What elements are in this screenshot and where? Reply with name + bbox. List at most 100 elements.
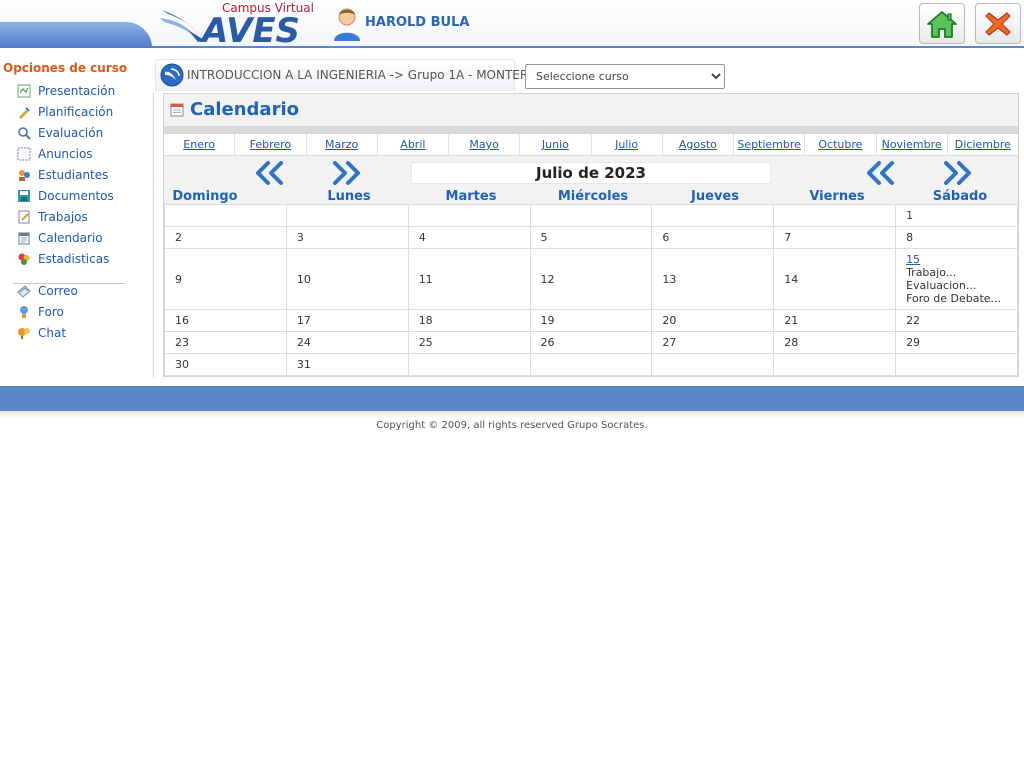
documents-icon (18, 190, 30, 202)
calendar-day-cell[interactable]: 5 (529, 226, 653, 249)
students-icon (19, 170, 30, 181)
month-link-abril[interactable]: Abril (378, 134, 449, 155)
calendar-day-cell[interactable]: 28 (773, 331, 897, 354)
calendar-day-number: 22 (906, 314, 921, 327)
calendar-day-cell[interactable]: 7 (773, 226, 897, 249)
calendar-day-cell[interactable]: 13 (651, 248, 775, 310)
month-link-agosto[interactable]: Agosto (663, 134, 734, 155)
calendar-day-cell[interactable]: 18 (407, 309, 531, 332)
next-month-arrow-icon[interactable] (330, 160, 362, 186)
close-button[interactable] (975, 3, 1021, 44)
calendar-day-number: 16 (175, 314, 189, 327)
top-header: AVES Campus Virtual HAROLD BULA (0, 0, 1024, 48)
month-link-mayo[interactable]: Mayo (449, 134, 521, 155)
header-tab (0, 22, 152, 48)
home-button[interactable] (919, 3, 965, 44)
sidebar-item-trabajos[interactable]: Trabajos (17, 208, 88, 226)
calendar-day-cell[interactable]: 21 (773, 309, 897, 332)
footer-shade (0, 411, 1024, 419)
month-link-marzo[interactable]: Marzo (307, 134, 378, 155)
weekday-header: Jueves (691, 189, 739, 204)
calendar-day-cell[interactable]: 10 (285, 248, 409, 310)
prev-month-arrow-icon[interactable] (254, 160, 286, 186)
month-link-septiembre[interactable]: Septiembre (734, 134, 806, 155)
calendar-day-cell (407, 353, 531, 376)
sidebar-item-estadisticas[interactable]: Estadisticas (17, 250, 109, 268)
sidebar-item-label: Evaluación (38, 126, 104, 140)
month-link-octubre[interactable]: Octubre (805, 134, 877, 155)
month-link-noviembre[interactable]: Noviembre (877, 134, 948, 155)
calendar-day-cell[interactable]: 11 (407, 248, 531, 310)
month-link-febrero[interactable]: Febrero (235, 134, 307, 155)
calendar-day-number: 4 (418, 231, 426, 244)
calendar-day-cell[interactable]: 1 (895, 204, 1018, 227)
sidebar-item-label: Documentos (38, 189, 114, 203)
sidebar-item-estudiantes[interactable]: Estudiantes (17, 166, 108, 184)
calendar-day-cell[interactable]: 8 (895, 226, 1018, 249)
calendar-day-cell[interactable]: 22 (895, 309, 1018, 332)
calendar-day-cell[interactable]: 23 (164, 331, 287, 354)
month-link-julio[interactable]: Julio (592, 134, 663, 155)
calendar-day-number: 12 (540, 272, 555, 286)
calendar-day-number: 17 (296, 314, 311, 327)
calendar-day-cell[interactable]: 31 (285, 353, 409, 376)
sidebar-item-anuncios[interactable]: Anuncios (17, 145, 93, 163)
sidebar-item-evaluacion[interactable]: Evaluación (17, 124, 103, 142)
calendar-event[interactable]: Foro de Debate... (906, 292, 1017, 305)
calendar-event[interactable]: Trabajo... (906, 266, 1017, 279)
calendar-day-cell[interactable]: 25 (407, 331, 531, 354)
calendar-nav-row: Julio de 2023 Domingo Lunes Martes Miérc… (164, 156, 1018, 204)
announcements-icon (17, 147, 31, 161)
calendar-week-row: 30 31 (164, 353, 1018, 376)
calendar-day-number: 14 (784, 272, 799, 286)
calendar-day-cell[interactable]: 2 (164, 226, 287, 249)
prev-year-arrow-icon[interactable] (865, 160, 897, 186)
calendar-day-number: 1 (906, 209, 914, 222)
sidebar-item-label: Chat (38, 326, 67, 340)
calendar-day-cell[interactable]: 24 (285, 331, 409, 354)
sidebar-item-presentacion[interactable]: Presentación (17, 82, 115, 100)
calendar-day-cell[interactable]: 4 (407, 226, 531, 249)
calendar-week-row: 2 3 4 5 6 7 8 (164, 226, 1018, 249)
calendar-day-number: 31 (296, 358, 311, 371)
calendar-day-cell[interactable]: 6 (651, 226, 775, 249)
calendar-day-cell[interactable]: 15 Trabajo... Evaluacion... Foro de Debate.… (895, 248, 1018, 310)
sidebar-item-correo[interactable]: Correo (17, 282, 78, 300)
sidebar-item-foro[interactable]: Foro (17, 303, 64, 321)
sidebar-item-label: Anuncios (38, 147, 93, 161)
calendar-title: Calendario (190, 99, 299, 120)
calendar-day-cell[interactable]: 14 (773, 248, 897, 310)
calendar-day-number: 2 (175, 231, 182, 244)
sidebar-item-planificacion[interactable]: Planificación (17, 103, 113, 121)
calendar-day-cell[interactable]: 3 (285, 226, 409, 249)
month-link-enero[interactable]: Enero (164, 134, 236, 155)
sidebar-item-label: Estudiantes (38, 168, 109, 182)
sidebar-title: Opciones de curso (3, 61, 128, 75)
month-link-diciembre[interactable]: Diciembre (948, 134, 1018, 155)
calendar-day-cell[interactable]: 16 (164, 309, 287, 332)
calendar-day-cell[interactable]: 9 (164, 248, 287, 310)
current-month-display: Julio de 2023 (411, 162, 771, 184)
sidebar-item-documentos[interactable]: Documentos (17, 187, 114, 205)
next-year-arrow-icon[interactable] (941, 160, 973, 186)
calendar-day-cell[interactable]: 17 (285, 309, 409, 332)
close-icon (985, 11, 1011, 36)
sidebar-item-calendario[interactable]: Calendario (17, 229, 103, 247)
month-link-junio[interactable]: Junio (520, 134, 592, 155)
calendar-day-cell[interactable]: 29 (895, 331, 1018, 354)
calendar-event[interactable]: Evaluacion... (906, 279, 1017, 292)
sidebar-item-label: Trabajos (38, 210, 88, 224)
sidebar-item-chat[interactable]: Chat (17, 324, 66, 342)
user-avatar-icon (334, 8, 360, 41)
calendar-day-cell[interactable]: 12 (529, 248, 653, 310)
calendar-day-cell[interactable]: 19 (529, 309, 653, 332)
calendar-day-cell[interactable]: 27 (651, 331, 775, 354)
calendar-day-link[interactable]: 15 (906, 253, 920, 266)
copyright-text: Copyright © 2009, all rights reserved Gr… (376, 420, 648, 431)
logo-campus-text: Campus Virtual (222, 1, 314, 15)
calendar-day-cell[interactable]: 30 (164, 353, 287, 376)
user-name: HAROLD BULA (365, 15, 470, 30)
course-select[interactable]: Seleccione curso (525, 64, 725, 89)
calendar-day-cell[interactable]: 20 (651, 309, 775, 332)
calendar-day-cell[interactable]: 26 (529, 331, 653, 354)
